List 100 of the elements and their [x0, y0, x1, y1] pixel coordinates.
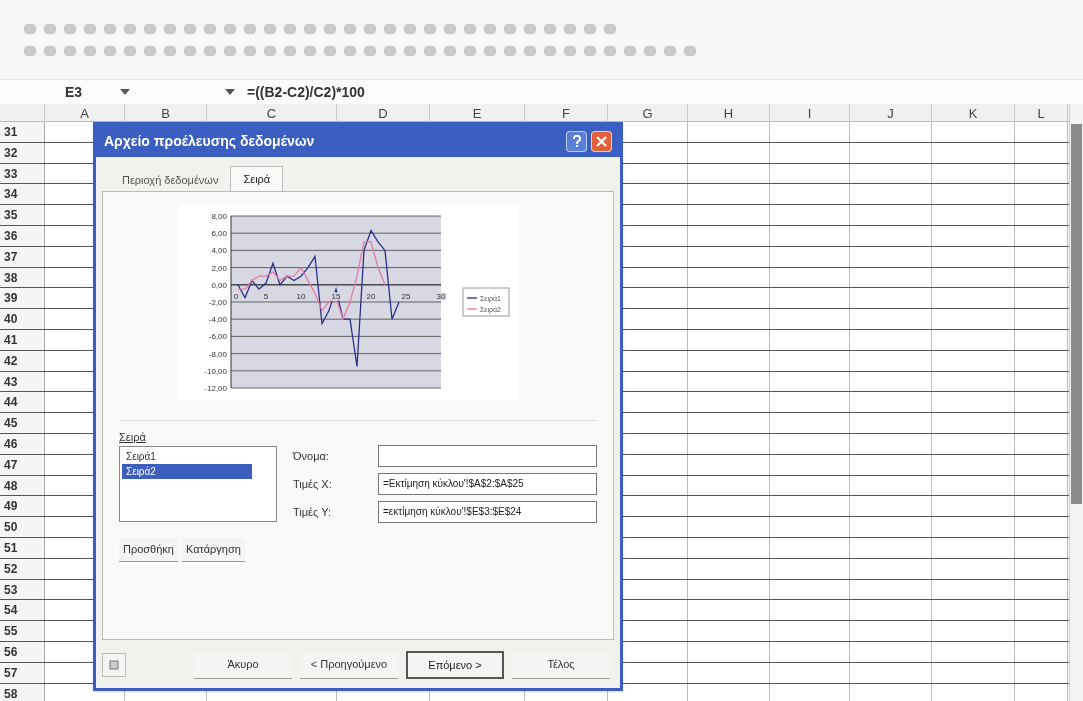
column-header[interactable]: J [850, 104, 932, 121]
toolbar-icon[interactable] [204, 23, 216, 34]
toolbar-icon[interactable] [104, 23, 116, 34]
row-header[interactable]: 42 [0, 350, 45, 371]
row-header[interactable]: 50 [0, 517, 45, 537]
row-header[interactable]: 40 [0, 309, 45, 329]
row-header[interactable]: 51 [0, 537, 45, 558]
tab[interactable]: Περιοχή δεδομένων [110, 169, 231, 191]
toolbar-icon[interactable] [164, 23, 176, 34]
toolbar-icon[interactable] [504, 45, 516, 56]
tab[interactable]: Σειρά [230, 166, 284, 192]
toolbar-icon[interactable] [344, 23, 356, 34]
toolbar-icon[interactable] [444, 23, 456, 34]
toolbar-icon[interactable] [464, 23, 476, 34]
toolbar-icon[interactable] [544, 45, 556, 56]
toolbar-icon[interactable] [224, 45, 236, 56]
footer-button[interactable]: Επόμενο > [406, 651, 504, 679]
scrollbar[interactable] [1069, 104, 1083, 701]
toolbar-icon[interactable] [524, 23, 536, 34]
footer-button[interactable]: < Προηγούμενο [300, 651, 398, 679]
toolbar-icon[interactable] [284, 23, 296, 34]
toolbar-icon[interactable] [484, 23, 496, 34]
column-header[interactable]: E [430, 104, 525, 121]
toolbar-icon[interactable] [64, 23, 76, 34]
row-header[interactable]: 46 [0, 433, 45, 454]
column-header[interactable]: C [207, 104, 337, 121]
row-header[interactable]: 52 [0, 558, 45, 579]
toolbar-icon[interactable] [84, 23, 96, 34]
toolbar-icon[interactable] [44, 45, 56, 56]
name-box[interactable]: E3 [0, 81, 120, 103]
toolbar-icon[interactable] [224, 23, 236, 34]
toolbar-icon[interactable] [544, 23, 556, 34]
toolbar-icon[interactable] [264, 45, 276, 56]
series-listbox[interactable]: Σειρά1 Σειρά2 [119, 445, 277, 522]
toolbar-icon[interactable] [564, 23, 576, 34]
toolbar-icon[interactable] [644, 45, 656, 56]
footer-button[interactable]: Τέλος [512, 651, 610, 679]
row-header[interactable]: 44 [0, 392, 45, 413]
row-header[interactable]: 45 [0, 413, 45, 433]
row-header[interactable]: 38 [0, 267, 45, 288]
column-header[interactable]: H [688, 104, 770, 121]
toolbar-icon[interactable] [584, 45, 596, 56]
toolbar-icon[interactable] [144, 45, 156, 56]
toolbar-icon[interactable] [364, 23, 376, 34]
toolbar-icon[interactable] [424, 23, 436, 34]
toolbar-icon[interactable] [404, 45, 416, 56]
row-header[interactable]: 48 [0, 475, 45, 496]
toolbar-icon[interactable] [324, 23, 336, 34]
toolbar-icon[interactable] [184, 45, 196, 56]
toolbar-icon[interactable] [264, 23, 276, 34]
toolbar-icon[interactable] [44, 23, 56, 34]
toolbar-icon[interactable] [344, 45, 356, 56]
scroll-thumb[interactable] [1071, 124, 1082, 504]
row-header[interactable]: 54 [0, 600, 45, 621]
toolbar-icon[interactable] [144, 23, 156, 34]
list-item[interactable]: Σειρά1 [122, 448, 252, 464]
toolbar-icon[interactable] [684, 45, 696, 56]
toolbar-icon[interactable] [584, 23, 596, 34]
row-header[interactable]: 47 [0, 454, 45, 475]
row-header[interactable]: 32 [0, 142, 45, 163]
row-header[interactable]: 55 [0, 621, 45, 641]
list-button[interactable]: Προσθήκη [119, 537, 178, 562]
row-header[interactable]: 56 [0, 641, 45, 662]
column-header[interactable]: K [932, 104, 1015, 121]
toolbar-icon[interactable] [244, 23, 256, 34]
row-header[interactable]: 33 [0, 163, 45, 184]
toolbar-icon[interactable] [184, 23, 196, 34]
toolbar-icon[interactable] [164, 45, 176, 56]
row-header[interactable]: 31 [0, 122, 45, 142]
formula-field[interactable]: =((B2-C2)/C2)*100 [247, 81, 365, 103]
row-header[interactable]: 49 [0, 496, 45, 517]
toolbar-icon[interactable] [364, 45, 376, 56]
toolbar-icon[interactable] [124, 23, 136, 34]
toolbar-icon[interactable] [404, 23, 416, 34]
input-field[interactable]: =Εκτίμηση κύκλου'!$A$2:$A$25 [378, 473, 597, 495]
input-field[interactable]: =εκτίμηση κύκλου'!$E$3:$E$24 [378, 501, 597, 523]
toolbar-icon[interactable] [24, 45, 36, 56]
row-header[interactable]: 37 [0, 246, 45, 267]
toolbar-icon[interactable] [664, 45, 676, 56]
toolbar-icon[interactable] [604, 45, 616, 56]
toolbar-icon[interactable] [244, 45, 256, 56]
toolbar-icon[interactable] [84, 45, 96, 56]
toolbar-icon[interactable] [464, 45, 476, 56]
row-header[interactable]: 41 [0, 329, 45, 350]
toolbar-icon[interactable] [24, 23, 36, 34]
toolbar-icon[interactable] [124, 45, 136, 56]
column-header[interactable]: G [608, 104, 688, 121]
row-header[interactable]: 57 [0, 662, 45, 683]
row-header[interactable]: 36 [0, 226, 45, 246]
toolbar-icon[interactable] [484, 45, 496, 56]
toolbar-icon[interactable] [504, 23, 516, 34]
toolbar-icon[interactable] [104, 45, 116, 56]
input-field[interactable] [378, 445, 597, 467]
close-icon[interactable] [591, 130, 612, 152]
toolbar-icon[interactable] [624, 45, 636, 56]
toolbar-icon[interactable] [524, 45, 536, 56]
footer-button[interactable]: Άκυρο [194, 651, 292, 679]
toolbar-icon[interactable] [284, 45, 296, 56]
row-header[interactable]: 53 [0, 579, 45, 600]
toolbar-icon[interactable] [204, 45, 216, 56]
